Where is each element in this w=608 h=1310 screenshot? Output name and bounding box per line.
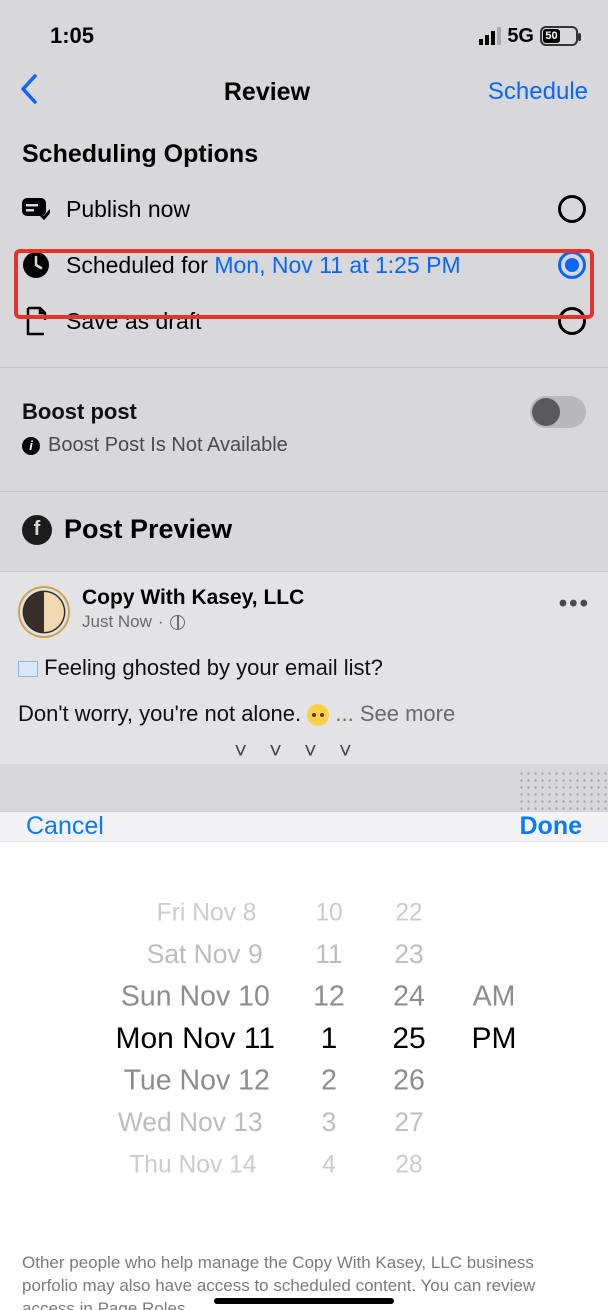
envelope-emoji — [18, 661, 38, 677]
battery-level: 50 — [545, 30, 557, 42]
option-publish-label: Publish now — [66, 196, 542, 223]
facebook-icon: f — [22, 515, 52, 545]
option-scheduled-label: Scheduled for Mon, Nov 11 at 1:25 PM — [66, 252, 542, 279]
scheduled-datetime[interactable]: Mon, Nov 11 at 1:25 PM — [214, 252, 460, 278]
upside-down-face-emoji — [307, 704, 329, 726]
boost-section: Boost post i Boost Post Is Not Available — [0, 367, 608, 475]
done-button[interactable]: Done — [520, 812, 583, 841]
radio-draft[interactable] — [558, 307, 586, 335]
boost-subtext: Boost Post Is Not Available — [48, 434, 288, 457]
page-title: Review — [224, 78, 310, 107]
battery-icon: 50 — [540, 26, 578, 46]
cancel-button[interactable]: Cancel — [26, 812, 104, 841]
chevron-left-icon — [20, 74, 38, 104]
schedule-button[interactable]: Schedule — [488, 78, 588, 106]
boost-toggle[interactable] — [530, 396, 586, 428]
network-label: 5G — [507, 25, 534, 48]
expand-chevrons[interactable]: ˅˅˅˅ — [18, 730, 590, 764]
option-draft-label: Save as draft — [66, 308, 542, 335]
picker-col-day[interactable]: Fri Nov 8 Sat Nov 9 Sun Nov 10 Mon Nov 1… — [69, 850, 289, 1228]
post-line1: Feeling ghosted by your email list? — [44, 655, 383, 680]
status-right: 5G 50 — [479, 25, 578, 48]
post-meta: Just Now · — [82, 612, 304, 632]
signal-icon — [479, 27, 501, 45]
back-button[interactable] — [12, 74, 46, 110]
picker-col-minute[interactable]: 22 23 24 25 26 27 28 — [369, 850, 449, 1228]
option-publish-now[interactable]: Publish now — [0, 181, 608, 237]
boost-title: Boost post — [22, 399, 137, 425]
scheduled-prefix: Scheduled for — [66, 252, 214, 278]
clock-icon — [22, 251, 50, 279]
boost-sub-row: i Boost Post Is Not Available — [22, 434, 586, 457]
avatar[interactable] — [18, 586, 70, 638]
post-card: Copy With Kasey, LLC Just Now · ••• Feel… — [0, 571, 608, 764]
option-save-draft[interactable]: Save as draft — [0, 293, 608, 349]
option-scheduled[interactable]: Scheduled for Mon, Nov 11 at 1:25 PM — [0, 237, 608, 293]
post-time: Just Now — [82, 612, 152, 632]
globe-icon — [170, 615, 185, 630]
see-more-button[interactable]: ... See more — [335, 701, 455, 726]
publish-icon — [22, 195, 50, 223]
decorative-dotgrid — [518, 770, 608, 810]
preview-section: f Post Preview Copy With Kasey, LLC Just… — [0, 491, 608, 764]
datetime-picker-sheet: Cancel Done Fri Nov 8 Sat Nov 9 Sun Nov … — [0, 812, 608, 1310]
picker-col-hour[interactable]: 10 11 12 1 2 3 4 — [289, 850, 369, 1228]
sheet-toolbar: Cancel Done — [0, 812, 608, 842]
radio-scheduled[interactable] — [558, 251, 586, 279]
nav-header: Review Schedule — [0, 60, 608, 124]
post-line2: Don't worry, you're not alone. — [18, 701, 307, 726]
scheduling-title: Scheduling Options — [0, 124, 608, 181]
status-bar: 1:05 5G 50 — [0, 0, 608, 60]
post-body: Feeling ghosted by your email list? Don'… — [18, 652, 590, 730]
preview-title: Post Preview — [64, 514, 232, 545]
picker[interactable]: Fri Nov 8 Sat Nov 9 Sun Nov 10 Mon Nov 1… — [0, 842, 608, 1228]
status-time: 1:05 — [50, 23, 94, 49]
draft-icon — [22, 307, 50, 335]
screen: 1:05 5G 50 Review Schedule Scheduling Op… — [0, 0, 608, 1310]
info-icon: i — [22, 437, 40, 455]
picker-col-ampm[interactable]: AM PM — [449, 850, 539, 1228]
home-indicator[interactable] — [214, 1298, 394, 1304]
post-author[interactable]: Copy With Kasey, LLC — [82, 586, 304, 610]
post-menu-button[interactable]: ••• — [559, 586, 590, 618]
scheduling-options: Publish now Scheduled for Mon, Nov 11 at… — [0, 181, 608, 349]
radio-publish-now[interactable] — [558, 195, 586, 223]
